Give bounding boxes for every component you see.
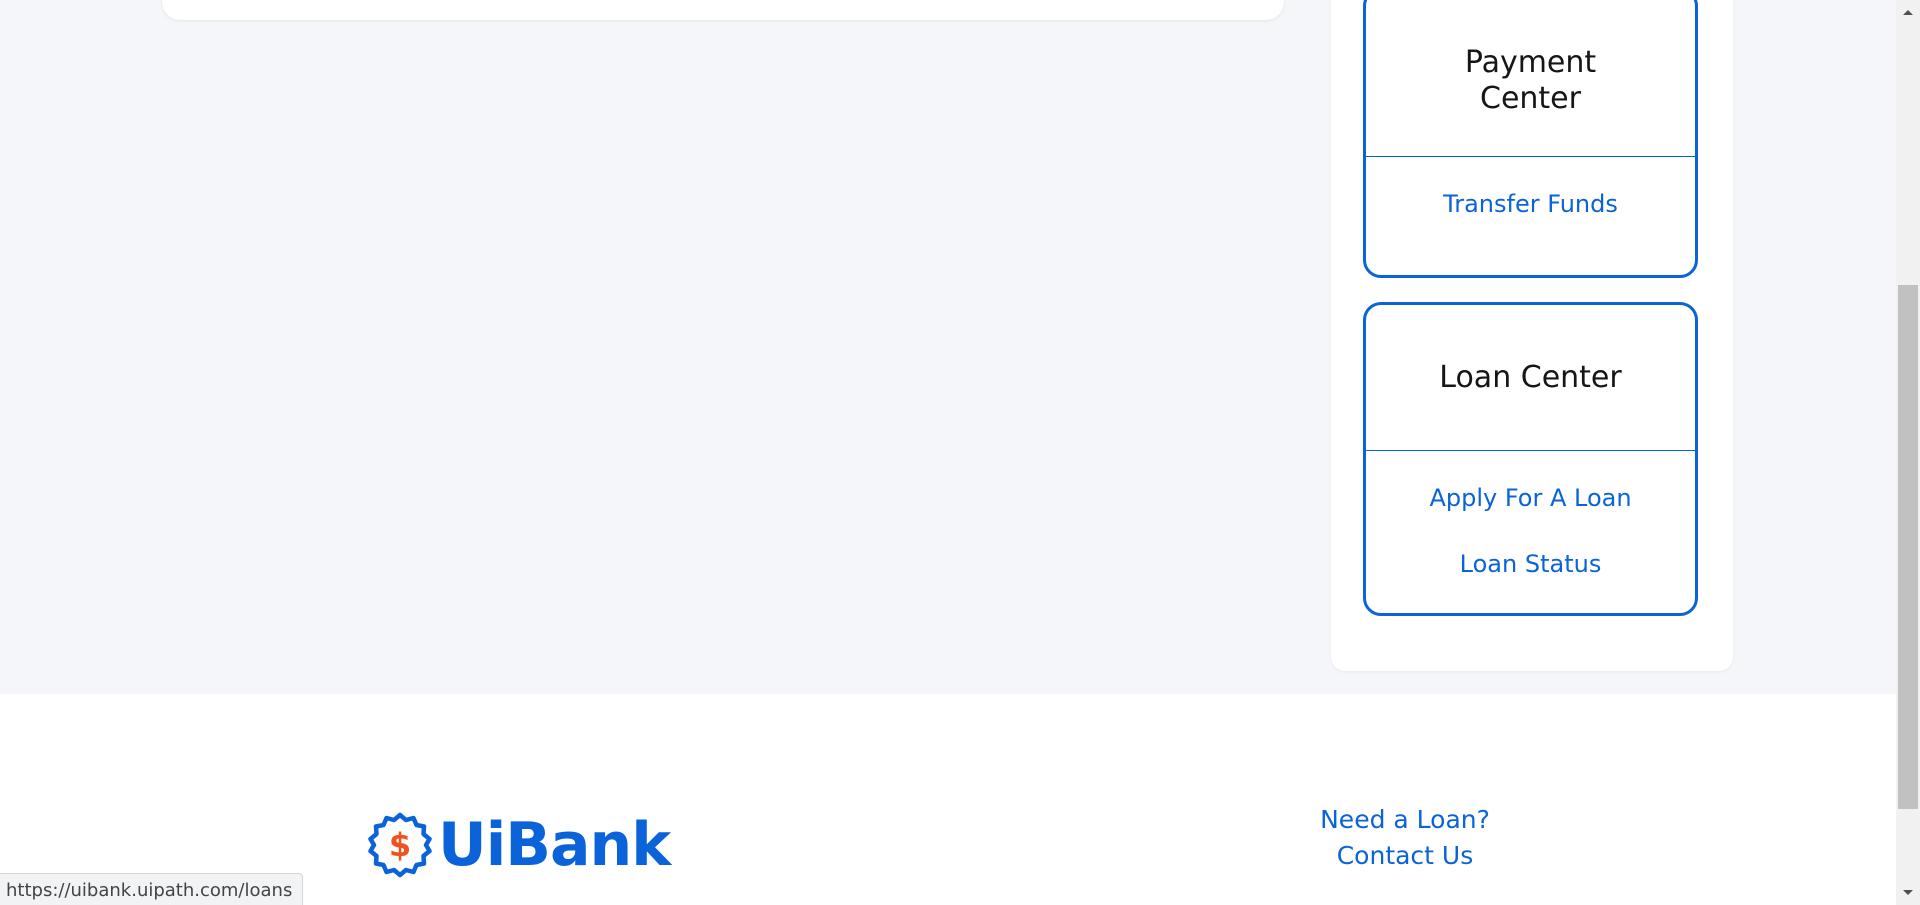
main-card: [162, 0, 1284, 20]
payment-center-header: Payment Center: [1366, 0, 1695, 157]
status-bar-url: https://uibank.uipath.com/loans: [0, 873, 304, 905]
payment-center-links: Transfer Funds: [1366, 157, 1695, 255]
footer-links: Need a Loan? Contact Us: [1300, 802, 1510, 874]
loan-center-links: Apply For A Loan Loan Status: [1366, 451, 1695, 615]
loan-status-link[interactable]: Loan Status: [1460, 549, 1602, 579]
footer-logo[interactable]: $ UiBank: [366, 810, 671, 880]
payment-center-title: Payment Center: [1464, 44, 1597, 116]
scrollbar-thumb[interactable]: [1898, 285, 1918, 809]
logo-symbol: $: [389, 826, 411, 864]
transfer-funds-link[interactable]: Transfer Funds: [1443, 189, 1618, 219]
logo-text: UiBank: [438, 810, 671, 880]
payment-center-card: Payment Center Transfer Funds: [1363, 0, 1698, 278]
dollar-badge-icon: $: [368, 812, 432, 878]
scroll-up-button[interactable]: [1896, 0, 1920, 24]
content-area: Payment Center Transfer Funds Loan Cente…: [0, 0, 1896, 694]
loan-center-title: Loan Center: [1439, 359, 1622, 395]
need-a-loan-link[interactable]: Need a Loan?: [1320, 802, 1490, 838]
loan-center-header: Loan Center: [1366, 305, 1695, 451]
vertical-scrollbar[interactable]: [1896, 0, 1920, 905]
apply-for-loan-link[interactable]: Apply For A Loan: [1429, 483, 1631, 513]
contact-us-link[interactable]: Contact Us: [1337, 838, 1474, 874]
chevron-up-icon: [1903, 10, 1913, 15]
loan-center-card: Loan Center Apply For A Loan Loan Status: [1363, 302, 1698, 616]
scroll-down-button[interactable]: [1896, 881, 1920, 905]
chevron-down-icon: [1903, 890, 1913, 895]
